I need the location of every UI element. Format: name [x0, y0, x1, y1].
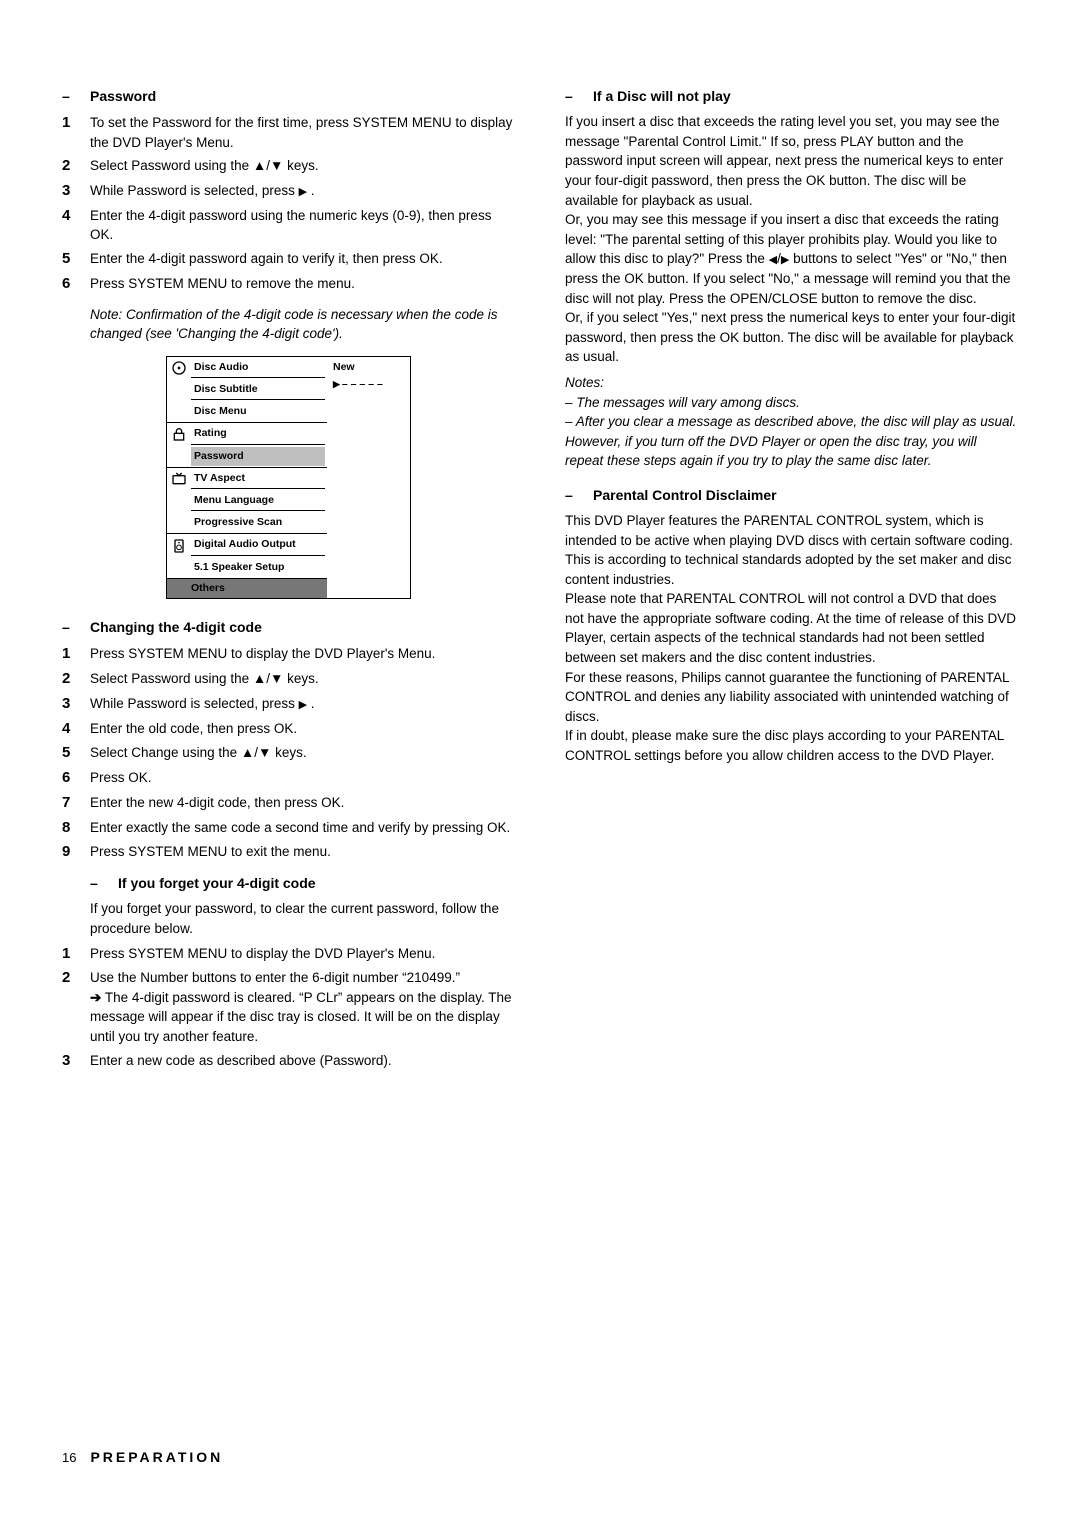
right-icon — [299, 696, 307, 711]
menu-group-lock: Rating Password — [167, 422, 327, 466]
footer-section: PREPARATION — [90, 1447, 223, 1467]
heading-disc-not-play: – If a Disc will not play — [565, 86, 1018, 106]
result-arrow-icon — [90, 990, 101, 1005]
page-columns: – Password 1To set the Password for the … — [62, 78, 1018, 1081]
menu-item: Disc Subtitle — [191, 380, 325, 400]
notplay-notes: Notes: – The messages will vary among di… — [565, 373, 1018, 471]
forget-intro: If you forget your password, to clear th… — [90, 899, 515, 938]
menu-item: Menu Language — [191, 491, 325, 511]
heading-disclaimer-text: Parental Control Disclaimer — [593, 485, 777, 505]
step-text: Press SYSTEM MENU to display the DVD Pla… — [90, 644, 515, 664]
heading-change-code-text: Changing the 4-digit code — [90, 617, 262, 637]
menu-item: TV Aspect — [191, 469, 325, 489]
step-text: Enter the old code, then press OK. — [90, 719, 515, 739]
menu-item: Digital Audio Output — [191, 535, 325, 555]
notes-label: Notes: — [565, 373, 1018, 393]
disclaimer-p3: For these reasons, Philips cannot guaran… — [565, 668, 1018, 727]
heading-forget-code: – If you forget your 4-digit code — [90, 873, 515, 893]
menu-item: 5.1 Speaker Setup — [191, 558, 325, 577]
step-text: Select Password using the / keys. — [90, 156, 515, 176]
up-icon — [253, 671, 266, 686]
speaker-icon — [169, 537, 189, 555]
heading-disclaimer: – Parental Control Disclaimer — [565, 485, 1018, 505]
down-icon — [270, 158, 283, 173]
forget-steps: 1Press SYSTEM MENU to display the DVD Pl… — [62, 943, 515, 1072]
heading-password-text: Password — [90, 86, 156, 106]
step-text: Enter exactly the same code a second tim… — [90, 818, 515, 838]
notplay-p2: Or, you may see this message if you inse… — [565, 210, 1018, 308]
heading-password: – Password — [62, 86, 515, 106]
heading-forget-code-text: If you forget your 4-digit code — [118, 873, 316, 893]
disclaimer-p4: If in doubt, please make sure the disc p… — [565, 726, 1018, 765]
menu-right-value: ▶– – – – – — [333, 377, 404, 392]
notplay-p1: If you insert a disc that exceeds the ra… — [565, 112, 1018, 210]
heading-disc-not-play-text: If a Disc will not play — [593, 86, 731, 106]
menu-group-speaker: Digital Audio Output 5.1 Speaker Setup — [167, 533, 327, 577]
step-text: To set the Password for the first time, … — [90, 113, 515, 152]
up-icon — [253, 158, 266, 173]
menu-item: Disc Menu — [191, 402, 325, 421]
step-text: While Password is selected, press . — [90, 181, 515, 201]
disc-icon — [169, 359, 189, 377]
osd-menu-figure: Disc Audio Disc Subtitle Disc Menu — [166, 356, 411, 599]
menu-item: Progressive Scan — [191, 513, 325, 532]
step-text: Press SYSTEM MENU to remove the menu. — [90, 274, 515, 294]
menu-group-tv: TV Aspect Menu Language Progressive Scan — [167, 467, 327, 534]
menu-item: Disc Audio — [191, 358, 325, 378]
step-text: Enter the 4-digit password again to veri… — [90, 249, 515, 269]
step-text: Enter the 4-digit password using the num… — [90, 206, 515, 245]
password-steps: 1To set the Password for the first time,… — [62, 112, 515, 294]
left-icon — [769, 251, 777, 266]
up-icon — [241, 745, 254, 760]
left-column: – Password 1To set the Password for the … — [62, 78, 515, 1081]
disclaimer-p1: This DVD Player features the PARENTAL CO… — [565, 511, 1018, 589]
step-text: Use the Number buttons to enter the 6-di… — [90, 968, 515, 1046]
menu-right-label: New — [333, 360, 404, 375]
menu-group-disc: Disc Audio Disc Subtitle Disc Menu — [167, 357, 327, 423]
note-line: – The messages will vary among discs. — [565, 393, 1018, 413]
page-footer: 16 PREPARATION — [62, 1447, 223, 1468]
step-text: Select Password using the / keys. — [90, 669, 515, 689]
change-steps: 1Press SYSTEM MENU to display the DVD Pl… — [62, 643, 515, 863]
page-number: 16 — [62, 1449, 76, 1468]
right-icon — [299, 183, 307, 198]
menu-item-others: Others — [167, 578, 327, 598]
password-note: Note: Confirmation of the 4-digit code i… — [90, 305, 515, 344]
step-text: Press SYSTEM MENU to exit the menu. — [90, 842, 515, 862]
menu-item-highlighted: Password — [191, 447, 325, 466]
note-line: – After you clear a message as described… — [565, 412, 1018, 471]
lock-icon — [169, 425, 189, 443]
step-text: Select Change using the / keys. — [90, 743, 515, 763]
notplay-p3: Or, if you select "Yes," next press the … — [565, 308, 1018, 367]
tv-icon — [169, 470, 189, 488]
down-icon — [270, 671, 283, 686]
right-column: – If a Disc will not play If you insert … — [565, 78, 1018, 1081]
step-text: Press SYSTEM MENU to display the DVD Pla… — [90, 944, 515, 964]
disclaimer-p2: Please note that PARENTAL CONTROL will n… — [565, 589, 1018, 667]
step-text: Enter the new 4-digit code, then press O… — [90, 793, 515, 813]
step-text: Press OK. — [90, 768, 515, 788]
step-text: Enter a new code as described above (Pas… — [90, 1051, 515, 1071]
menu-item: Rating — [191, 424, 325, 444]
step-text: While Password is selected, press . — [90, 694, 515, 714]
down-icon — [258, 745, 271, 760]
heading-change-code: – Changing the 4-digit code — [62, 617, 515, 637]
